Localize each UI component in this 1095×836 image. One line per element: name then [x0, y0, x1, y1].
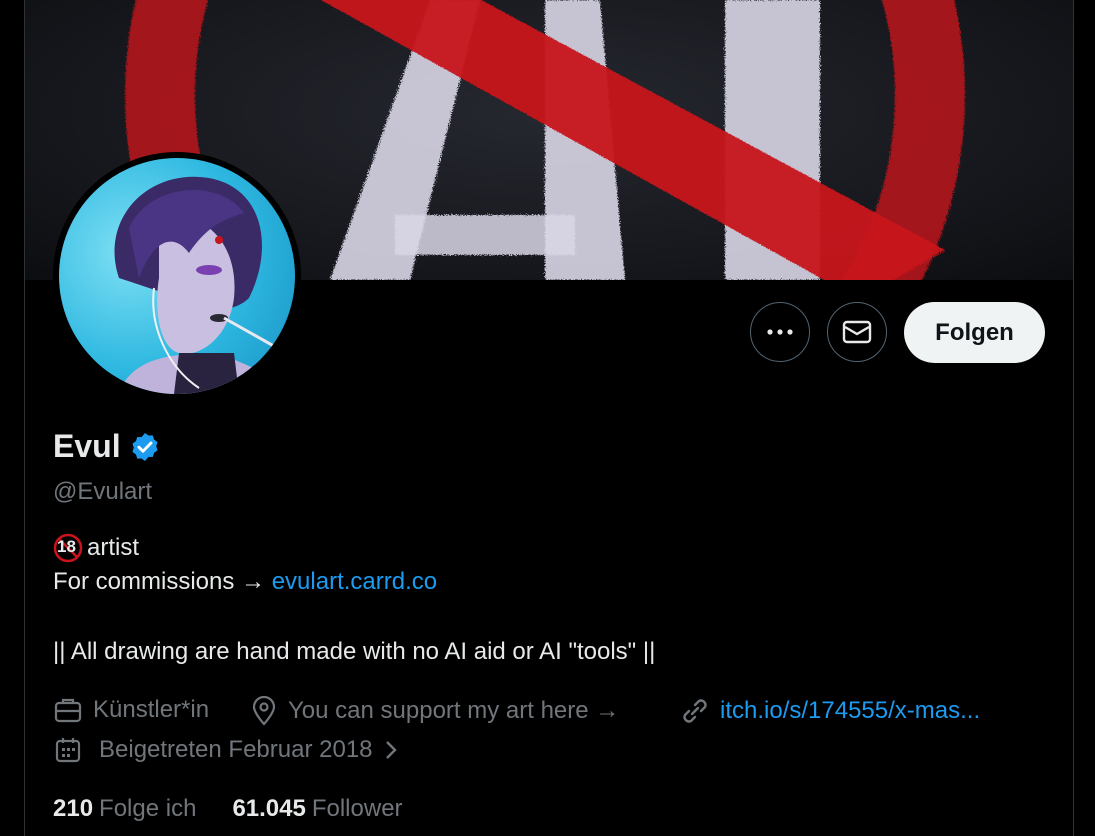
follow-button[interactable]: Folgen: [904, 302, 1045, 363]
user-handle: @Evulart: [53, 478, 153, 505]
badge-text: 18: [57, 537, 76, 556]
verified-badge-icon[interactable]: [129, 431, 161, 463]
display-name: Evul: [53, 428, 121, 464]
meta-joined[interactable]: Beigetreten Februar 2018: [53, 735, 399, 765]
location-pin-icon: [252, 696, 276, 726]
following-label: Folge ich: [99, 795, 197, 822]
banner-text: AI: [25, 0, 40, 4]
bio-line-2: For commissions → evulart.carrd.co: [53, 568, 437, 596]
more-horizontal-icon: [767, 329, 793, 335]
meta-location: You can support my art here →: [250, 696, 619, 726]
category-text: Künstler*in: [93, 696, 210, 723]
envelope-icon: [842, 320, 872, 344]
location-text: You can support my art here →: [288, 697, 620, 724]
bio-commissions-text: For commissions →: [53, 568, 272, 595]
chevron-right-icon: [385, 741, 397, 759]
frame-right-border: [1073, 0, 1074, 836]
followers-count: 61.045: [232, 795, 306, 822]
following-stat[interactable]: 210 Folge ich: [53, 795, 196, 823]
followers-stat[interactable]: 61.045 Follower: [232, 795, 402, 823]
calendar-icon: [55, 738, 81, 763]
link-icon: [683, 699, 707, 723]
message-button[interactable]: [827, 302, 887, 362]
profile-stats: 210 Folge ich 61.045 Follower: [53, 795, 403, 823]
bio-line-1: 18 artist: [53, 533, 139, 563]
bio-artist-text: artist: [87, 534, 140, 561]
meta-website[interactable]: itch.io/s/174555/x-mas...: [680, 696, 980, 726]
profile-name-row: Evul: [53, 428, 161, 465]
followers-label: Follower: [311, 795, 403, 822]
avatar[interactable]: [53, 152, 301, 400]
meta-category: Künstler*in: [53, 696, 209, 724]
website-link[interactable]: itch.io/s/174555/x-mas...: [720, 697, 980, 725]
bio-commissions-link[interactable]: evulart.carrd.co: [272, 568, 437, 595]
following-count: 210: [53, 795, 94, 822]
bio-line-3: || All drawing are hand made with no AI …: [53, 638, 656, 665]
avatar-image: [59, 158, 295, 394]
no-under-18-icon: 18: [53, 533, 83, 563]
briefcase-icon: [54, 698, 82, 723]
more-button[interactable]: [750, 302, 810, 362]
joined-text: Beigetreten Februar 2018: [99, 736, 373, 763]
